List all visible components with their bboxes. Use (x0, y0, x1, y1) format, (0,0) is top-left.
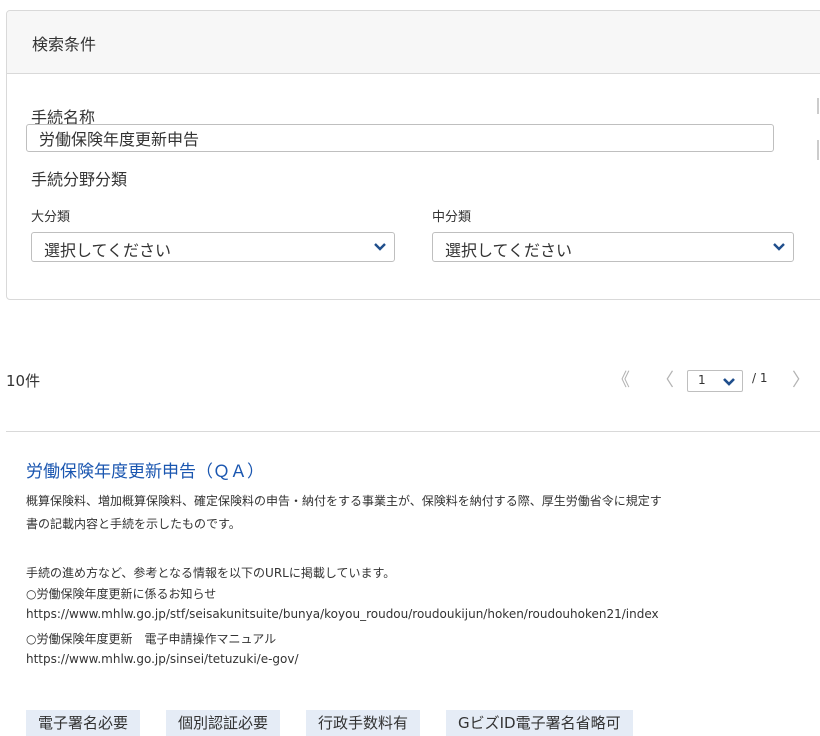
result-url-line: https://www.mhlw.go.jp/stf/seisakunitsui… (26, 607, 659, 621)
middle-category-label: 中分類 (432, 210, 472, 225)
tag-signature-required: 電子署名必要 (26, 710, 141, 736)
category-label: 手続分野分類 (31, 170, 128, 189)
search-panel-header: 検索条件 (7, 11, 820, 74)
major-category-select[interactable]: 選択してください (31, 232, 395, 262)
major-category-label: 大分類 (31, 210, 71, 225)
result-description-line: 概算保険料、増加概算保険料、確定保険料の申告・納付をする事業主が、保険料を納付す… (26, 494, 662, 508)
chevron-down-icon (720, 376, 738, 388)
clipped-label-edge (817, 98, 819, 114)
pager-prev-icon[interactable]: 〈 (656, 368, 674, 394)
result-description-line: 書の記載内容と手続を示したものです。 (26, 517, 241, 531)
tag-individual-auth-required: 個別認証必要 (166, 710, 281, 736)
chevron-down-icon (773, 243, 785, 251)
clipped-input-edge (817, 140, 819, 160)
tag-admin-fee: 行政手数料有 (306, 710, 421, 736)
page-select[interactable]: 1 (687, 370, 743, 392)
page-select-value: 1 (698, 373, 706, 387)
procedure-name-input[interactable] (26, 124, 774, 152)
chevron-down-icon (374, 243, 386, 251)
result-description-line: ○労働保険年度更新に係るお知らせ (26, 587, 217, 601)
result-url-line: https://www.mhlw.go.jp/sinsei/tetuzuki/e… (26, 652, 299, 666)
search-panel-title: 検索条件 (32, 35, 97, 54)
page-total: / 1 (752, 371, 768, 385)
result-title-link[interactable]: 労働保険年度更新申告（ＱＡ） (26, 457, 264, 482)
tag-gbizid-signature-omit: GビズID電子署名省略可 (446, 710, 633, 736)
result-count: 10件 (6, 372, 41, 390)
result-description-line: ○労働保険年度更新 電子申請操作マニュアル (26, 632, 277, 646)
pager-next-icon[interactable]: 〉 (792, 368, 810, 394)
middle-category-value: 選択してください (445, 241, 573, 260)
pager-first-icon[interactable]: 《 (612, 368, 630, 394)
result-description-line: 手続の進め方など、参考となる情報を以下のURLに掲載しています。 (26, 566, 396, 580)
major-category-value: 選択してください (44, 241, 172, 260)
middle-category-select[interactable]: 選択してください (432, 232, 794, 262)
results-divider (6, 431, 820, 432)
